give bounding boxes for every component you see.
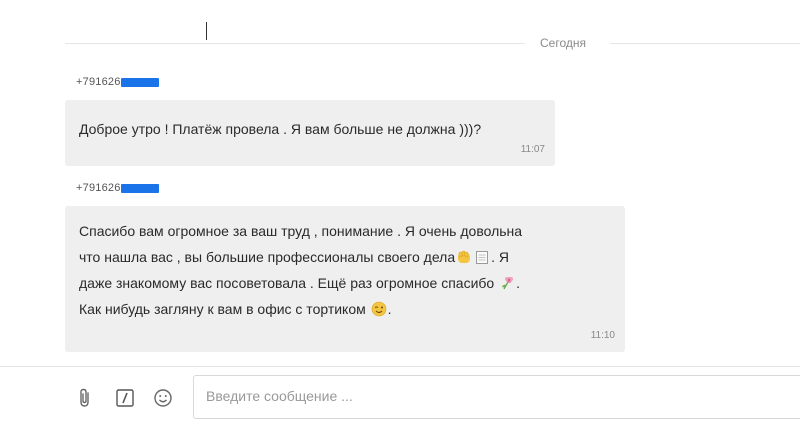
input-placeholder: Введите сообщение ...: [206, 388, 353, 404]
format-icon[interactable]: [114, 387, 136, 409]
text-cursor: [206, 22, 207, 40]
date-separator: Сегодня: [65, 36, 800, 52]
message-line-text: .: [387, 301, 392, 317]
message-line-text: . Я: [491, 249, 509, 265]
message-line-text: Как нибудь загляну к вам в офис с тортик…: [79, 301, 366, 317]
message-time: 11:07: [520, 144, 545, 155]
redaction-mark: [120, 77, 159, 87]
message-line-text: что нашла вас , вы большие профессионалы…: [79, 249, 456, 265]
message-line: Как нибудь загляну к вам в офис с тортик…: [79, 296, 611, 322]
message-sender: +791626: [76, 76, 159, 88]
message-bubble[interactable]: Доброе утро ! Платёж провела . Я вам бол…: [65, 100, 555, 166]
message-input[interactable]: Введите сообщение ...: [193, 375, 800, 419]
message-line-text: даже знакомому вас посоветовала . Ещё ра…: [79, 275, 495, 291]
date-label: Сегодня: [540, 36, 586, 50]
flower-emoji-icon: [502, 277, 514, 290]
message-bubble[interactable]: Спасибо вам огромное за ваш труд , поним…: [65, 206, 625, 352]
chat-history[interactable]: Сегодня +791626 Доброе утро ! Платёж про…: [0, 0, 800, 366]
paperclip-icon[interactable]: [74, 387, 96, 409]
notepad-emoji-icon: [476, 251, 489, 264]
message-composer: Введите сообщение ...: [0, 367, 800, 428]
separator-line: [610, 43, 800, 44]
message-line: что нашла вас , вы большие профессионалы…: [79, 244, 611, 270]
message-line: Спасибо вам огромное за ваш труд , поним…: [79, 223, 523, 239]
separator-line: [65, 43, 525, 44]
message-time: 11:10: [590, 330, 615, 341]
message-line-text: .: [516, 275, 520, 291]
smiley-icon[interactable]: [152, 387, 174, 409]
fist-emoji-icon: [458, 250, 471, 263]
wink-emoji-icon: [371, 301, 386, 317]
sender-phone: +791626: [76, 182, 121, 194]
message-line: даже знакомому вас посоветовала . Ещё ра…: [79, 270, 611, 296]
message-text: Доброе утро ! Платёж провела . Я вам бол…: [79, 121, 482, 137]
message-sender: +791626: [76, 182, 159, 194]
redaction-mark: [120, 183, 159, 193]
sender-phone: +791626: [76, 76, 121, 88]
